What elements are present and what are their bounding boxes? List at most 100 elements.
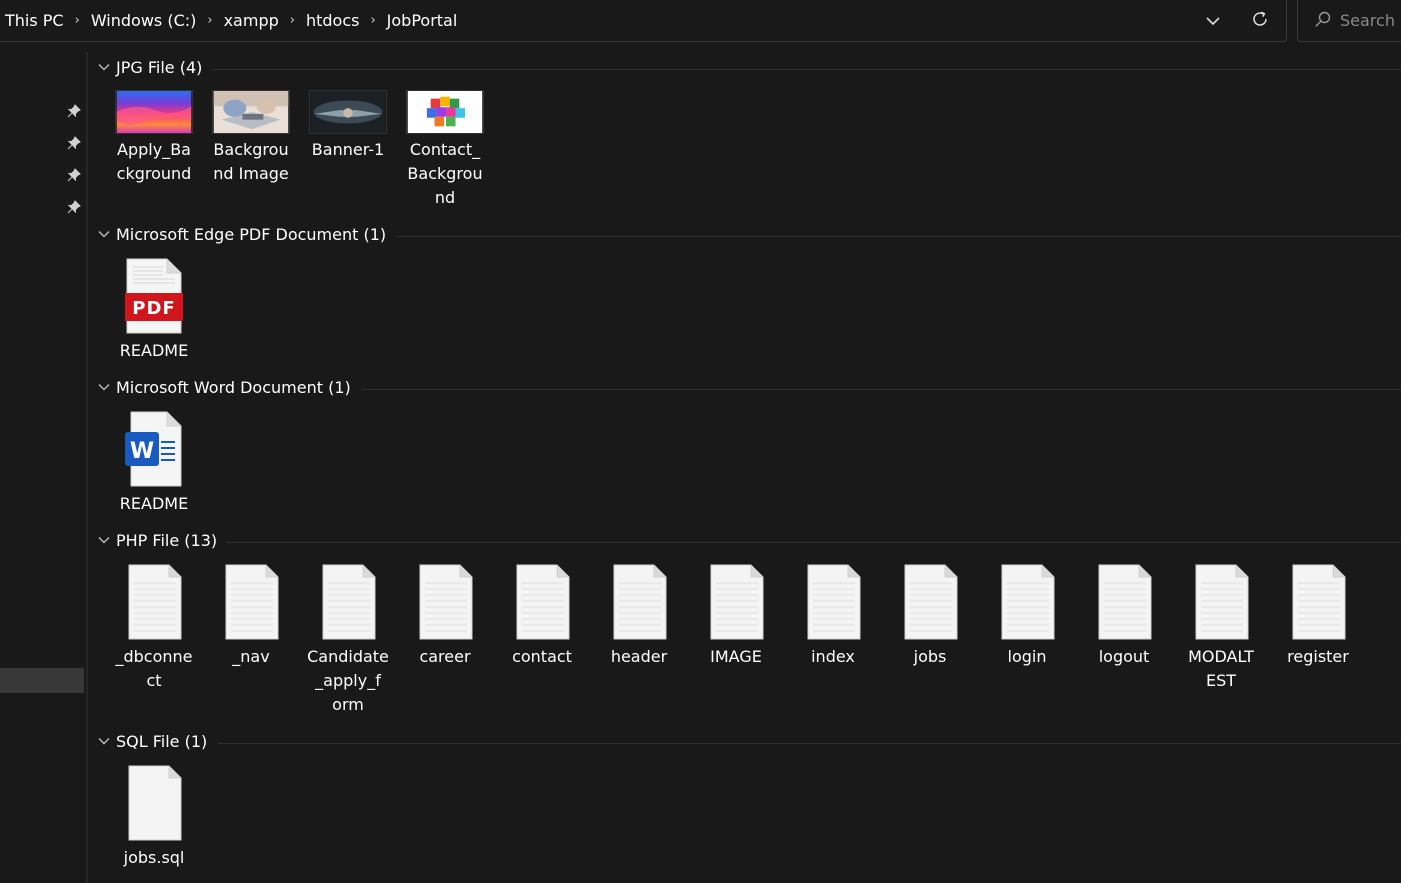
group-header-sql[interactable]: SQL File (1) — [90, 730, 1401, 752]
file-name: _dbconne ct — [115, 647, 193, 690]
file-name: _nav — [232, 647, 270, 666]
group-header-pdf[interactable]: Microsoft Edge PDF Document (1) — [90, 223, 1401, 245]
text-file-icon — [710, 564, 764, 640]
breadcrumb-separator-icon[interactable]: › — [290, 14, 295, 27]
pin-icon[interactable] — [66, 199, 82, 215]
text-file-icon — [1195, 564, 1249, 640]
group-divider — [217, 742, 1401, 744]
image-thumbnail-icon — [406, 90, 484, 134]
file-item-contact[interactable]: contact — [496, 563, 588, 669]
breadcrumb-separator-icon[interactable]: › — [207, 14, 212, 27]
group-title: PHP File (13) — [116, 530, 218, 550]
text-file-icon — [419, 564, 473, 640]
file-item-readme-docx[interactable]: W README — [108, 410, 200, 516]
file-item-career[interactable]: career — [399, 563, 491, 669]
pin-icon[interactable] — [66, 135, 82, 151]
file-item-contact-background[interactable]: Contact_ Backgrou nd — [399, 90, 491, 210]
group-divider — [212, 68, 1401, 70]
breadcrumb-item-jobportal[interactable]: JobPortal — [387, 11, 458, 30]
nav-item-selected[interactable] — [0, 668, 84, 693]
file-item-jobs[interactable]: jobs — [884, 563, 976, 669]
file-item-logout[interactable]: logout — [1078, 563, 1170, 669]
breadcrumb-item-this-pc[interactable]: This PC — [5, 11, 64, 30]
chevron-down-icon[interactable] — [96, 379, 112, 395]
address-bar[interactable]: This PC › Windows (C:) › xampp › htdocs … — [0, 0, 1287, 42]
breadcrumb: This PC › Windows (C:) › xampp › htdocs … — [0, 0, 457, 41]
chevron-down-icon[interactable] — [96, 226, 112, 242]
file-name: Banner-1 — [311, 140, 385, 159]
text-file-icon — [322, 564, 376, 640]
breadcrumb-separator-icon[interactable]: › — [370, 14, 375, 27]
group-title: SQL File (1) — [116, 731, 208, 751]
file-item-image[interactable]: IMAGE — [690, 563, 782, 669]
file-name: logout — [1098, 647, 1150, 666]
group-header-php[interactable]: PHP File (13) — [90, 529, 1401, 551]
group-title: JPG File (4) — [116, 57, 203, 77]
file-item-dbconnect[interactable]: _dbconne ct — [108, 563, 200, 693]
file-item-jobs-sql[interactable]: jobs.sql — [108, 764, 200, 870]
file-name: index — [811, 647, 855, 666]
chevron-down-icon[interactable] — [96, 532, 112, 548]
image-thumbnail-icon — [212, 90, 290, 134]
text-file-icon — [516, 564, 570, 640]
group-divider — [360, 388, 1401, 390]
file-name: README — [119, 341, 189, 360]
group-divider — [227, 541, 1401, 543]
breadcrumb-separator-icon[interactable]: › — [75, 14, 80, 27]
file-name: jobs — [913, 647, 947, 666]
search-icon — [1314, 10, 1332, 32]
navigation-pane — [0, 42, 86, 883]
svg-text:PDF: PDF — [132, 298, 175, 319]
svg-text:W: W — [130, 439, 154, 464]
file-item-header[interactable]: header — [593, 563, 685, 669]
group-title: Microsoft Word Document (1) — [116, 377, 351, 397]
group-divider — [396, 235, 1401, 237]
file-name: MODALT EST — [1188, 647, 1254, 690]
blank-file-icon — [128, 765, 182, 841]
file-item-readme-pdf[interactable]: PDF README — [108, 257, 200, 363]
pin-icon[interactable] — [66, 103, 82, 119]
chevron-down-icon[interactable] — [96, 59, 112, 75]
file-name: README — [119, 494, 189, 513]
file-item-modaltest[interactable]: MODALT EST — [1175, 563, 1267, 693]
text-file-icon — [807, 564, 861, 640]
file-item-background-image[interactable]: Backgrou nd Image — [205, 90, 297, 186]
file-item-banner-1[interactable]: Banner-1 — [302, 90, 394, 162]
file-item-candidate-apply-form[interactable]: Candidate _apply_f orm — [302, 563, 394, 717]
breadcrumb-item-htdocs[interactable]: htdocs — [306, 11, 360, 30]
chevron-down-icon[interactable] — [96, 733, 112, 749]
file-item-nav[interactable]: _nav — [205, 563, 297, 669]
pin-icon[interactable] — [66, 167, 82, 183]
text-file-icon — [1001, 564, 1055, 640]
file-item-apply-background[interactable]: Apply_Ba ckground — [108, 90, 200, 186]
search-input[interactable] — [1340, 11, 1401, 30]
refresh-icon[interactable] — [1246, 5, 1274, 33]
search-box[interactable] — [1297, 0, 1401, 42]
file-name: jobs.sql — [123, 848, 185, 867]
file-name: contact — [512, 647, 572, 666]
file-item-index[interactable]: index — [787, 563, 879, 669]
text-file-icon — [1292, 564, 1346, 640]
breadcrumb-item-xampp[interactable]: xampp — [224, 11, 279, 30]
word-file-icon: W — [125, 411, 182, 487]
group-header-jpg[interactable]: JPG File (4) — [90, 56, 1401, 78]
text-file-icon — [128, 564, 182, 640]
file-name: login — [1007, 647, 1047, 666]
text-file-icon — [904, 564, 958, 640]
file-name: header — [610, 647, 668, 666]
file-name: Contact_ Backgrou nd — [407, 140, 483, 207]
file-name: Apply_Ba ckground — [116, 140, 192, 183]
image-thumbnail-icon — [309, 90, 387, 134]
pane-splitter[interactable] — [86, 52, 88, 883]
breadcrumb-item-windows-c[interactable]: Windows (C:) — [91, 11, 197, 30]
group-header-word[interactable]: Microsoft Word Document (1) — [90, 376, 1401, 398]
group-title: Microsoft Edge PDF Document (1) — [116, 224, 387, 244]
toolbar: This PC › Windows (C:) › xampp › htdocs … — [0, 0, 1401, 42]
chevron-down-icon[interactable] — [1200, 8, 1226, 34]
file-name: IMAGE — [710, 647, 762, 666]
text-file-icon — [1098, 564, 1152, 640]
file-item-register[interactable]: register — [1272, 563, 1364, 669]
file-name: Backgrou nd Image — [213, 140, 289, 183]
file-item-login[interactable]: login — [981, 563, 1073, 669]
file-view: JPG File (4) Apply_Ba ckground Backgrou … — [90, 42, 1401, 883]
